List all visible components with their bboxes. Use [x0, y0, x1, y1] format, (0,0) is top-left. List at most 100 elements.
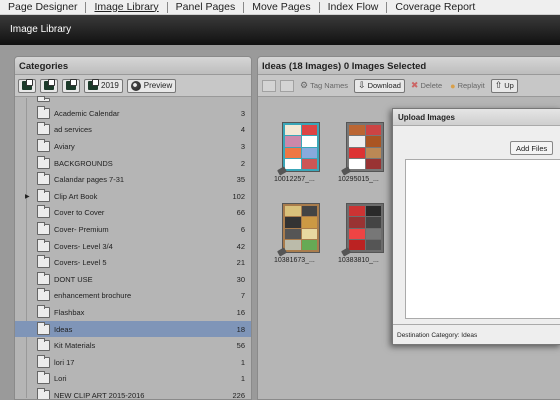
nav-index-flow[interactable]: Index Flow [320, 1, 388, 13]
replayit-label: Replayit [457, 81, 485, 90]
category-row[interactable]: Kit Materials 56 [15, 337, 251, 354]
categories-header: Categories [15, 57, 251, 75]
image-thumbnail[interactable]: 10381673_... [274, 203, 330, 264]
image-thumbnail[interactable]: 103838​10_... [338, 203, 394, 264]
category-count: 7 [240, 291, 245, 301]
download-button[interactable]: ⇩ Download [354, 78, 405, 93]
preview-button[interactable]: Preview [126, 78, 177, 93]
category-row[interactable]: NEW CLIP ART 2015-2016 226 [15, 387, 251, 400]
nav-panel-pages[interactable]: Panel Pages [168, 1, 245, 13]
category-name: Flashbax [54, 307, 85, 317]
folder-icon [37, 354, 50, 368]
category-count: 30 [236, 274, 245, 284]
folder-icon [37, 205, 50, 219]
tag-names-button[interactable]: ⚙ Tag Names [298, 80, 350, 91]
upload-dialog-title: Upload Images [393, 109, 560, 126]
category-count: 4 [240, 125, 245, 135]
folder-icon [37, 138, 50, 152]
category-row[interactable] [15, 96, 251, 105]
category-row[interactable]: Cover to Cover 66 [15, 205, 251, 222]
categories-panel: Categories 2019 Preview Academic Calenda… [14, 56, 252, 400]
top-nav: Page Designer Image Library Panel Pages … [0, 0, 560, 15]
add-category-button[interactable] [18, 78, 36, 93]
folder-icon [37, 288, 50, 302]
image-thumbnail[interactable]: 10012257_... [274, 122, 330, 183]
category-row[interactable]: Cover- Premium 6 [15, 221, 251, 238]
select-all-icon[interactable] [262, 79, 276, 92]
category-name: ad services [54, 125, 92, 135]
category-row[interactable]: enhancement brochure 7 [15, 288, 251, 305]
category-name: Cover to Cover [54, 208, 105, 218]
folder-icon [37, 338, 50, 352]
folder-icon [37, 271, 50, 285]
folder-icon [37, 387, 50, 399]
category-count: 42 [236, 241, 245, 251]
folder-icon [37, 238, 50, 252]
folder-icon [37, 221, 50, 235]
folder-icon [37, 321, 50, 335]
category-name: enhancement brochure [54, 291, 132, 301]
thumbnail-image [346, 122, 384, 172]
deselect-icon[interactable] [280, 79, 294, 92]
year-button[interactable]: 2019 [84, 78, 123, 93]
edit-category-button[interactable] [40, 78, 58, 93]
thumbnail-caption: 103838​10_... [338, 257, 379, 264]
category-row[interactable]: Ideas 18 [15, 320, 251, 338]
preview-label: Preview [143, 81, 173, 90]
category-name: DONT USE [54, 274, 93, 284]
category-name: NEW CLIP ART 2015-2016 [54, 390, 145, 400]
category-count: 1 [240, 357, 245, 367]
category-row[interactable]: Covers- Level 3/4 42 [15, 238, 251, 255]
category-count: 56 [236, 341, 245, 351]
nav-coverage-report[interactable]: Coverage Report [387, 1, 483, 13]
nav-move-pages[interactable]: Move Pages [244, 1, 320, 13]
folder-icon [37, 96, 50, 102]
delete-button[interactable]: ✖ Delete [409, 80, 444, 91]
add-files-button[interactable]: Add Files [510, 141, 554, 155]
category-row[interactable]: Academic Calendar 3 [15, 105, 251, 122]
category-row[interactable]: DONT USE 30 [15, 271, 251, 288]
category-name: Covers- Level 5 [54, 258, 107, 268]
replayit-button[interactable]: ● Replayit [448, 81, 487, 91]
category-name: Academic Calendar [54, 108, 120, 118]
category-name: Aviary [54, 141, 75, 151]
image-thumbnail[interactable]: 10295015_... [338, 122, 394, 183]
category-count: 1 [240, 374, 245, 384]
images-header: Ideas (18 Images) 0 Images Selected [258, 57, 560, 75]
expand-arrow-icon[interactable]: ▶ [25, 193, 30, 200]
category-row[interactable]: Calandar pages 7-31 35 [15, 171, 251, 188]
category-row[interactable]: Aviary 3 [15, 138, 251, 155]
edit-folder-icon [44, 79, 55, 90]
delete-folder-icon [66, 79, 77, 90]
categories-toolbar: 2019 Preview [15, 75, 251, 97]
folder-icon [37, 172, 50, 186]
images-toolbar: ⚙ Tag Names ⇩ Download ✖ Delete ● Replayit ⇧… [258, 75, 560, 97]
category-count: 3 [240, 141, 245, 151]
category-name: Cover- Premium [54, 224, 109, 234]
category-row[interactable]: Lori 1 [15, 371, 251, 388]
category-row[interactable]: BACKGROUNDS 2 [15, 155, 251, 172]
category-count: 16 [236, 307, 245, 317]
destination-category: Destination Category: Ideas [397, 332, 478, 339]
category-row[interactable]: lori 17 1 [15, 354, 251, 371]
thumbnail-image [346, 203, 384, 253]
upload-button[interactable]: ⇧ Up [490, 78, 518, 93]
category-row[interactable]: ad services 4 [15, 122, 251, 139]
nav-page-designer[interactable]: Page Designer [0, 1, 87, 13]
delete-category-button[interactable] [62, 78, 80, 93]
category-count: 102 [232, 191, 245, 201]
category-count: 3 [240, 108, 245, 118]
file-drop-area[interactable] [405, 159, 560, 319]
category-name: Calandar pages 7-31 [54, 175, 125, 185]
category-row[interactable]: Covers- Level 5 21 [15, 254, 251, 271]
nav-image-library[interactable]: Image Library [86, 1, 168, 13]
tag-names-label: Tag Names [310, 81, 349, 90]
category-count: 2 [240, 158, 245, 168]
category-count: 35 [236, 175, 245, 185]
tag-icon: ⚙ [300, 80, 309, 90]
upload-dialog: Upload Images Add Files Destination Cate… [392, 108, 560, 345]
category-row[interactable]: ▶ Clip Art Book 102 [15, 188, 251, 205]
thumbnail-caption: 10295015_... [338, 176, 379, 183]
category-row[interactable]: Flashbax 16 [15, 304, 251, 321]
thumbnail-image [282, 122, 320, 172]
